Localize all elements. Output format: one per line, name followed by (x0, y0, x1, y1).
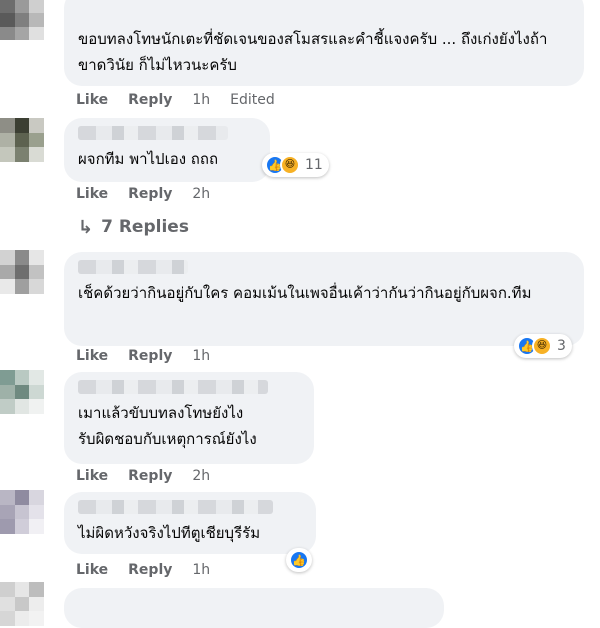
comment-actions: Like Reply 1h Edited (76, 90, 275, 110)
reply-button[interactable]: Reply (128, 92, 172, 108)
like-button[interactable]: Like (76, 468, 108, 484)
comment-actions: Like Reply 1h (76, 346, 210, 366)
comment-bubble: เช็คด้วยว่ากินอยู่กับใคร คอมเม้นในเพจอื่… (64, 252, 584, 346)
haha-icon: 😆 (280, 155, 300, 175)
reaction-count: 11 (305, 157, 323, 173)
reaction-summary[interactable]: 👍 😆 11 (262, 153, 329, 177)
comment-text: ไม่ผิดหวังจริงไปทีตูเชียบุรีรัม (78, 524, 261, 542)
comment-actions: Like Reply 2h (76, 184, 210, 204)
avatar[interactable] (0, 0, 44, 40)
comment-bubble: ไม่ผิดหวังจริงไปทีตูเชียบุรีรัม (64, 492, 316, 554)
reply-button[interactable]: Reply (128, 186, 172, 202)
reply-button[interactable]: Reply (128, 348, 172, 364)
like-icon: 👍 (289, 550, 309, 570)
comment-text: ผจกทีม พาไปเอง ถถถ (78, 150, 219, 168)
comment-text: เมาแล้วขับบทลงโทษยังไง รับผิดชอบกับเหตุก… (78, 404, 257, 448)
comment-actions: Like Reply 2h (76, 466, 210, 486)
avatar[interactable] (0, 582, 44, 626)
reply-button[interactable]: Reply (128, 562, 172, 578)
author-name[interactable] (78, 380, 268, 394)
comment-bubble: ผจกทีม พาไปเอง ถถถ (64, 118, 270, 182)
comment-bubble: ขอบทลงโทษนักเตะที่ชัดเจนของสโมสรและคำชี้… (64, 0, 584, 86)
edited-label[interactable]: Edited (230, 92, 275, 108)
reaction-summary[interactable]: 👍 😆 3 (514, 334, 572, 358)
haha-icon: 😆 (532, 336, 552, 356)
reply-arrow-icon: ↳ (78, 216, 94, 238)
comment-actions: Like Reply 1h (76, 560, 210, 580)
author-name[interactable] (78, 260, 188, 274)
author-name[interactable] (78, 126, 228, 140)
comment-bubble: เมาแล้วขับบทลงโทษยังไง รับผิดชอบกับเหตุก… (64, 372, 314, 464)
comment-timestamp[interactable]: 2h (192, 468, 210, 484)
comment-bubble (64, 588, 444, 628)
avatar[interactable] (0, 370, 44, 414)
like-button[interactable]: Like (76, 562, 108, 578)
comment-timestamp[interactable]: 1h (192, 562, 210, 578)
comment-timestamp[interactable]: 1h (192, 92, 210, 108)
avatar[interactable] (0, 490, 44, 534)
comment-text: ขอบทลงโทษนักเตะที่ชัดเจนของสโมสรและคำชี้… (78, 30, 548, 74)
comment-timestamp[interactable]: 1h (192, 348, 210, 364)
avatar[interactable] (0, 118, 44, 162)
comment-timestamp[interactable]: 2h (192, 186, 210, 202)
like-button[interactable]: Like (76, 92, 108, 108)
reaction-summary[interactable]: 👍 (286, 548, 312, 572)
replies-count-label[interactable]: 7 Replies (101, 217, 189, 237)
avatar[interactable] (0, 250, 44, 294)
comment-text: เช็คด้วยว่ากินอยู่กับใคร คอมเม้นในเพจอื่… (78, 284, 532, 302)
author-name[interactable] (78, 500, 273, 514)
reaction-count: 3 (557, 338, 566, 354)
view-replies-link[interactable]: ↳ 7 Replies (78, 215, 189, 239)
reply-button[interactable]: Reply (128, 468, 172, 484)
like-button[interactable]: Like (76, 348, 108, 364)
like-button[interactable]: Like (76, 186, 108, 202)
